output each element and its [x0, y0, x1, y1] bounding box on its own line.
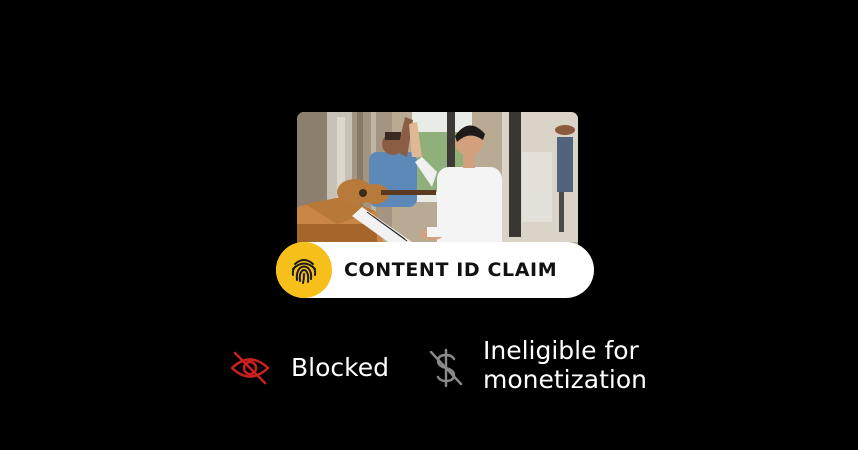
monetization-label: Ineligible for monetization — [483, 336, 673, 394]
blocked-label: Blocked — [291, 353, 389, 382]
content-id-claim-card: CONTENT ID CLAIM Blocked Ineligible for … — [0, 0, 858, 450]
content-id-claim-badge: CONTENT ID CLAIM — [276, 242, 594, 298]
fingerprint-icon — [276, 242, 332, 298]
claim-label: CONTENT ID CLAIM — [344, 259, 558, 281]
eye-off-icon — [230, 350, 270, 392]
monetization-label-line2: monetization — [483, 365, 647, 394]
video-thumbnail — [297, 112, 578, 260]
monetization-label-line1: Ineligible for — [483, 336, 639, 365]
dollar-off-icon — [428, 348, 464, 394]
